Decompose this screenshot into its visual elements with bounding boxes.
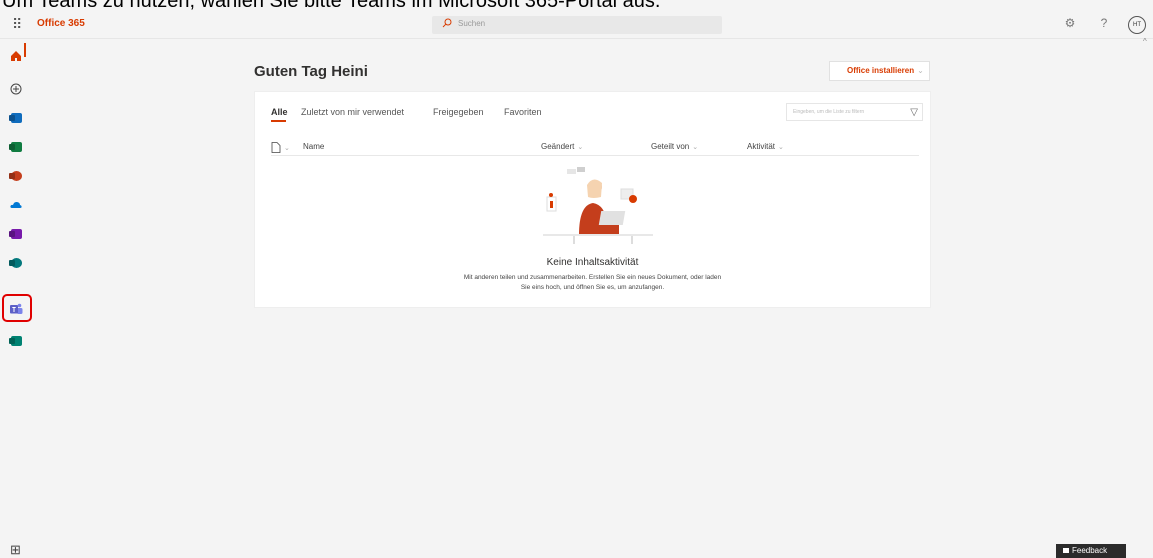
- page-title: Guten Tag Heini: [254, 63, 368, 80]
- chevron-down-icon: ⌄: [577, 144, 584, 151]
- rail-powerpoint[interactable]: [4, 164, 28, 188]
- search-icon: [442, 18, 452, 28]
- document-icon: [271, 142, 281, 153]
- chevron-down-icon: ⌄: [692, 144, 699, 151]
- column-shared-by-label: Geteilt von: [651, 142, 690, 151]
- rail-sharepoint[interactable]: [4, 251, 28, 275]
- instruction-text: Um Teams zu nutzen, wählen Sie bitte Tea…: [2, 0, 661, 11]
- outlook-icon: [10, 113, 22, 123]
- rail-excel[interactable]: [4, 135, 28, 159]
- add-icon: [10, 83, 22, 95]
- chevron-down-icon: ⌄: [284, 144, 290, 152]
- app-rail: ⊞: [0, 39, 32, 558]
- rail-create[interactable]: [4, 77, 28, 101]
- column-shared-by[interactable]: Geteilt von ⌄: [651, 142, 698, 151]
- scroll-up-icon[interactable]: ^: [1143, 37, 1147, 46]
- all-apps-icon[interactable]: ⊞: [10, 542, 21, 558]
- file-type-column[interactable]: ⌄: [271, 142, 290, 153]
- tab-favorites[interactable]: Favoriten: [504, 107, 542, 117]
- empty-state-description: Mit anderen teilen und zusammenarbeiten.…: [415, 273, 770, 293]
- top-bar: ⠿ Office 365 Suchen ⚙ ? HT: [0, 11, 1153, 39]
- sharepoint-icon: [10, 258, 22, 268]
- tab-shared[interactable]: Freigegeben: [433, 107, 484, 117]
- rail-sway[interactable]: [4, 329, 28, 353]
- chevron-down-icon: ⌄: [778, 144, 784, 151]
- column-modified-label: Geändert: [541, 142, 575, 151]
- home-active-indicator: [24, 43, 26, 57]
- excel-icon: [10, 142, 22, 152]
- column-activity[interactable]: Aktivität ⌄: [747, 142, 784, 151]
- brand-title[interactable]: Office 365: [37, 18, 85, 29]
- filter-placeholder: Eingeben, um die Liste zu filtern: [793, 109, 865, 115]
- header-divider: [271, 155, 919, 156]
- empty-state-title: Keine Inhaltsaktivität: [546, 257, 639, 268]
- tab-recent[interactable]: Zuletzt von mir verwendet: [301, 107, 404, 117]
- sway-icon: [10, 336, 22, 346]
- install-office-button[interactable]: Office installieren ⌄: [829, 61, 930, 81]
- search-placeholder: Suchen: [458, 19, 486, 28]
- app-launcher-icon[interactable]: ⠿: [12, 17, 24, 31]
- gear-icon[interactable]: ⚙: [1062, 16, 1078, 30]
- powerpoint-icon: [10, 171, 22, 181]
- rail-outlook[interactable]: [4, 106, 28, 130]
- onedrive-icon: [10, 201, 22, 208]
- onenote-icon: [10, 229, 22, 239]
- column-activity-label: Aktivität: [747, 142, 776, 151]
- column-name-label: Name: [303, 142, 325, 151]
- empty-state-illustration: [543, 167, 653, 244]
- teams-highlight-box: [2, 294, 32, 322]
- empty-state-line-2: Sie eins hoch, und öffnen Sie es, um anz…: [520, 284, 665, 291]
- content-card: Alle Zuletzt von mir verwendet Freigegeb…: [254, 91, 931, 308]
- search-box[interactable]: Suchen: [432, 16, 722, 34]
- filter-input[interactable]: Eingeben, um die Liste zu filtern ▽: [786, 103, 923, 121]
- help-icon[interactable]: ?: [1096, 16, 1112, 30]
- rail-onedrive[interactable]: [4, 193, 28, 217]
- column-name[interactable]: Name: [303, 142, 324, 151]
- column-modified[interactable]: Geändert ⌄: [541, 142, 583, 151]
- filter-icon[interactable]: ▽: [910, 105, 918, 121]
- tab-alle[interactable]: Alle: [271, 107, 288, 117]
- install-office-label: Office installieren: [847, 66, 915, 75]
- chevron-down-icon: ⌄: [917, 66, 924, 75]
- home-icon: [11, 51, 21, 61]
- active-tab-indicator: [271, 120, 286, 122]
- feedback-button[interactable]: Feedback: [1056, 544, 1126, 558]
- rail-onenote[interactable]: [4, 222, 28, 246]
- avatar[interactable]: HT: [1128, 16, 1146, 34]
- empty-state-line-1: Mit anderen teilen und zusammenarbeiten.…: [463, 274, 722, 281]
